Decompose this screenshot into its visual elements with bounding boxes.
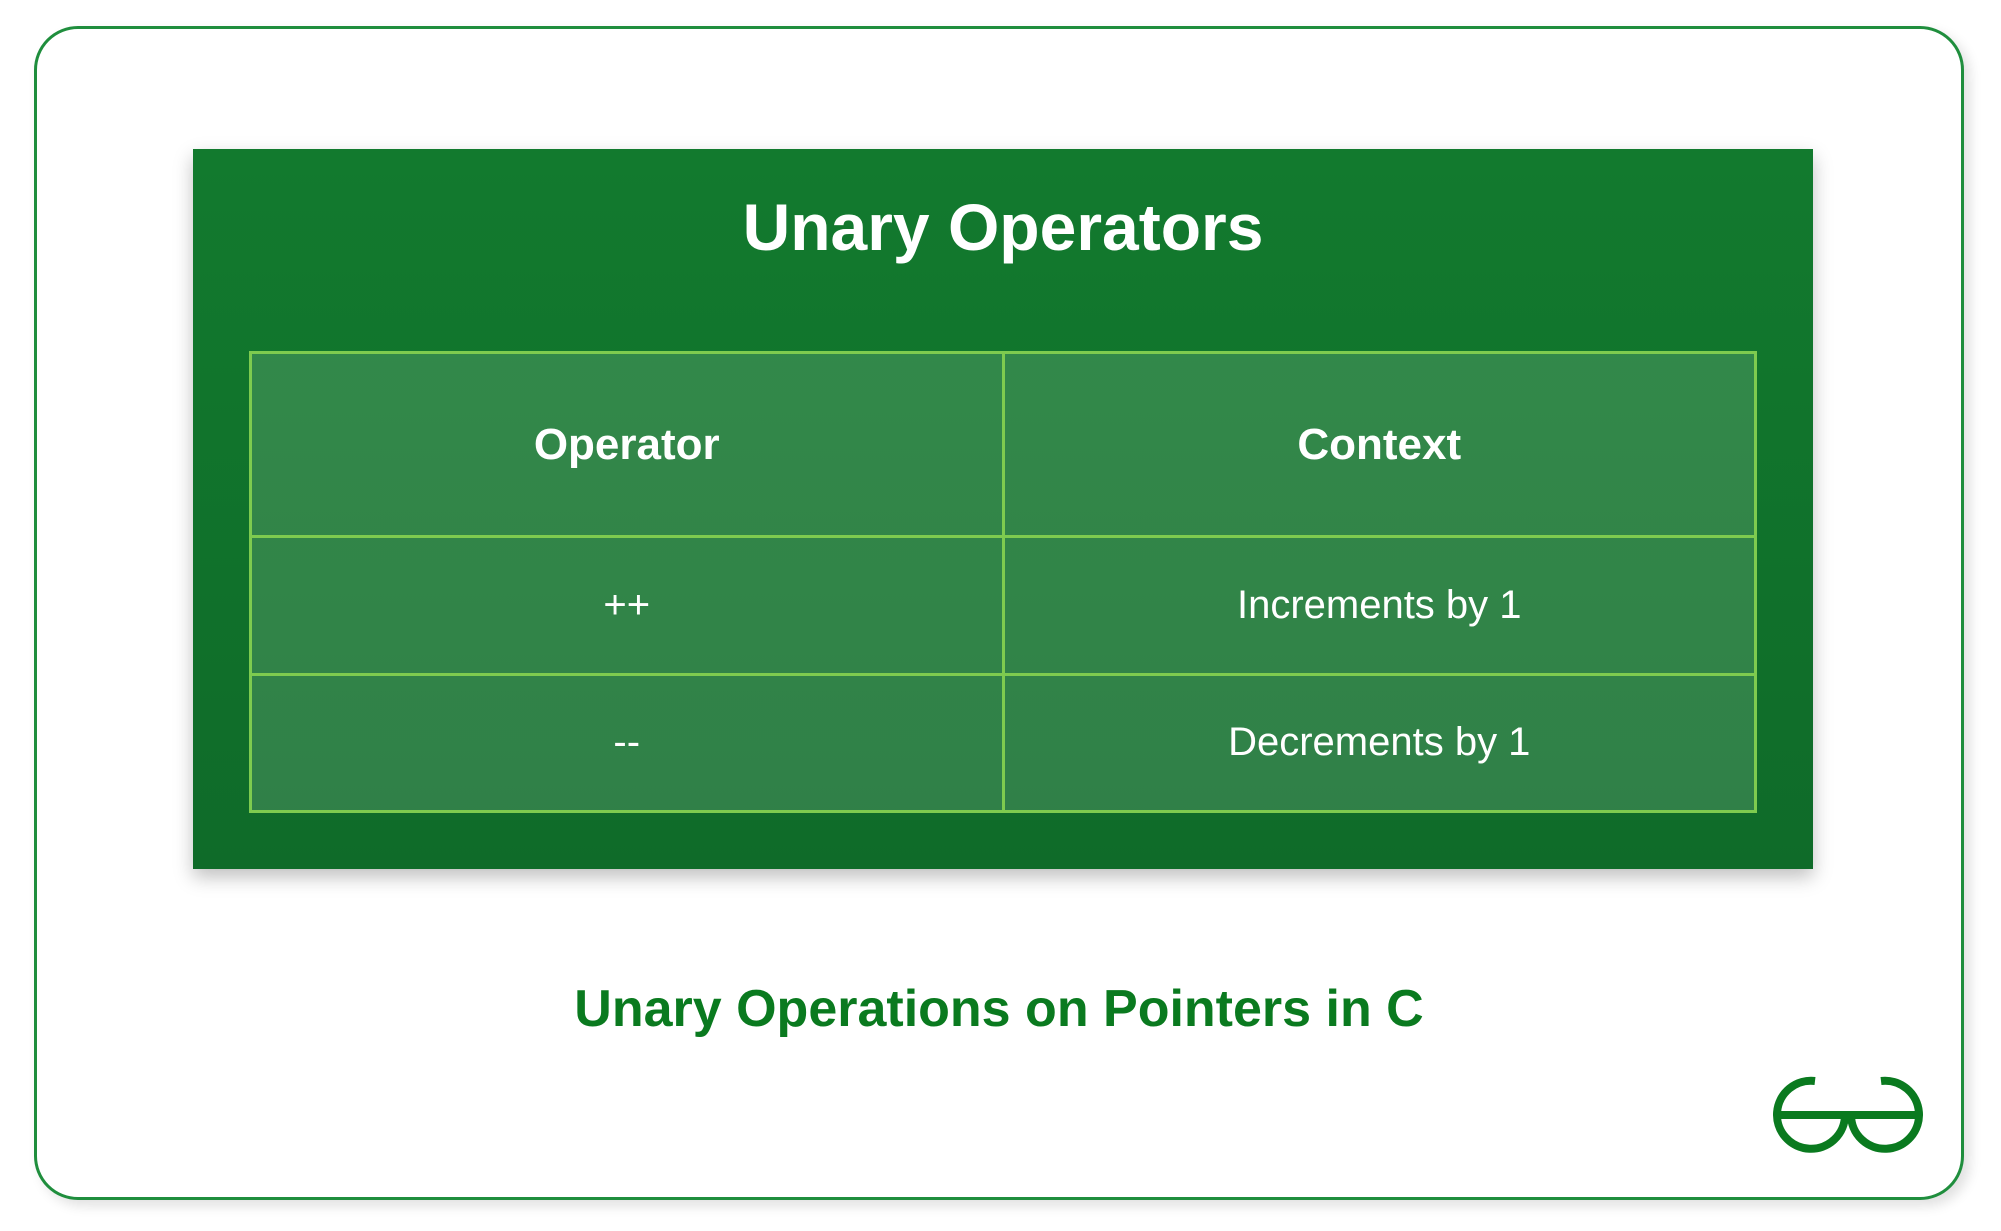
operators-table: Operator Context ++ Increments by 1 -- D… [249,351,1757,813]
col-header-context: Context [1002,354,1755,535]
card-title: Unary Operators [193,149,1813,265]
col-header-operator: Operator [252,354,1002,535]
slide-caption: Unary Operations on Pointers in C [37,979,1961,1039]
unary-operators-card: Unary Operators Operator Context ++ Incr… [193,149,1813,869]
geeksforgeeks-logo-icon [1773,1063,1923,1167]
table-row: -- Decrements by 1 [252,673,1754,810]
cell-operator: ++ [252,538,1002,672]
cell-operator: -- [252,676,1002,810]
cell-context: Decrements by 1 [1002,676,1755,810]
table-header-row: Operator Context [252,354,1754,535]
slide-frame: Unary Operators Operator Context ++ Incr… [34,26,1964,1200]
table-row: ++ Increments by 1 [252,535,1754,672]
cell-context: Increments by 1 [1002,538,1755,672]
